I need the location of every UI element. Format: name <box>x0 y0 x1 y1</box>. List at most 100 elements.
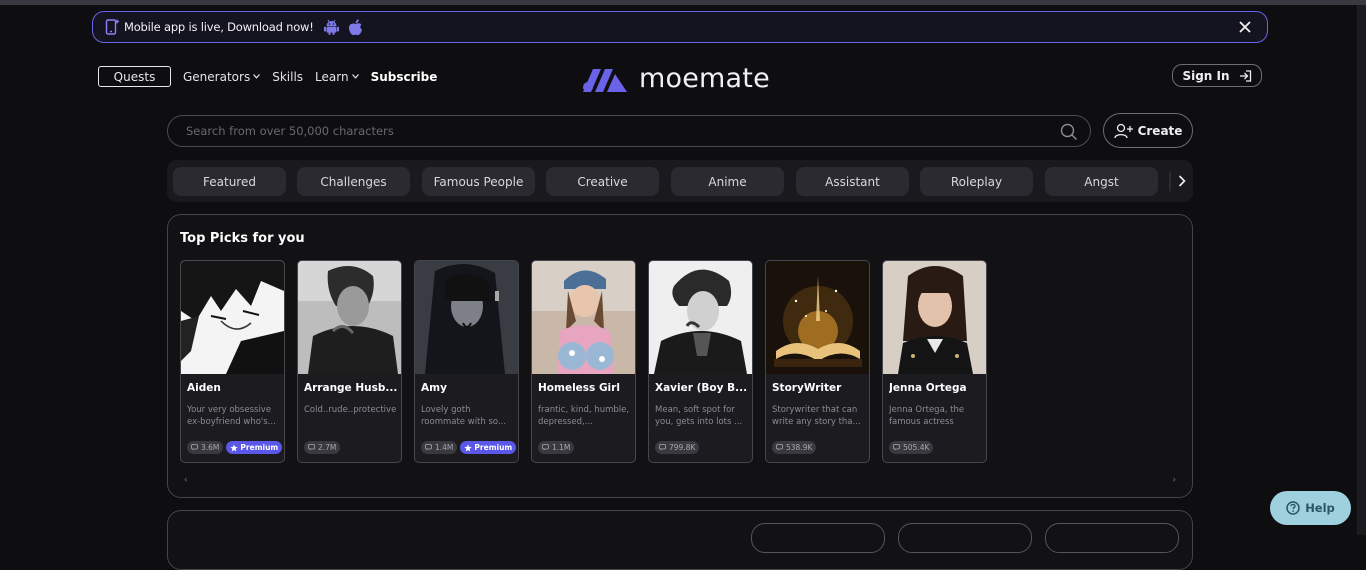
carousel-prev-icon[interactable]: ‹ <box>184 475 187 484</box>
tab-roleplay[interactable]: Roleplay <box>920 167 1033 196</box>
chat-bubble-icon <box>893 444 900 451</box>
character-card-arrange-husband[interactable]: Arrange Husb... Cold..rude..protective 2… <box>297 260 402 463</box>
character-card-xavier[interactable]: Xavier (Boy B... Mean, soft spot for you… <box>648 260 753 463</box>
premium-badge: Premium <box>226 441 283 454</box>
card-name: Amy <box>421 382 447 394</box>
help-label: Help <box>1305 501 1335 515</box>
tab-famous-people[interactable]: Famous People <box>422 167 535 196</box>
star-icon <box>464 443 473 451</box>
skills-link[interactable]: Skills <box>272 70 303 84</box>
create-label: Create <box>1137 123 1183 138</box>
question-icon <box>1286 501 1300 515</box>
tab-anime[interactable]: Anime <box>671 167 784 196</box>
section-refresh-button[interactable] <box>898 523 1032 553</box>
moemate-logo-icon <box>583 68 627 92</box>
mobile-phone-icon <box>105 19 119 35</box>
create-button[interactable]: Create <box>1103 113 1193 148</box>
app-announcement-banner: Mobile app is live, Download now! <box>92 11 1268 43</box>
premium-label: Premium <box>474 443 513 452</box>
character-avatar <box>298 261 401 374</box>
chat-bubble-icon <box>425 444 432 451</box>
character-avatar <box>766 261 869 374</box>
search-icon[interactable] <box>1060 123 1078 141</box>
character-card-jenna-ortega[interactable]: Jenna Ortega Jenna Ortega, the famous ac… <box>882 260 987 463</box>
chat-bubble-icon <box>776 444 783 451</box>
chat-count-badge: 505.4K <box>889 441 934 454</box>
chat-count: 1.1M <box>552 443 571 452</box>
character-card-amy[interactable]: Amy Lovely goth roommate with so... 1.4M… <box>414 260 519 463</box>
logo-wordmark: moemate <box>639 63 770 94</box>
add-user-icon <box>1113 123 1133 138</box>
character-avatar <box>181 261 284 374</box>
category-tabs: Featured Challenges Famous People Creati… <box>167 160 1193 202</box>
star-icon <box>230 443 239 451</box>
tab-challenges[interactable]: Challenges <box>297 167 410 196</box>
chevron-right-icon <box>1178 175 1186 187</box>
learn-label: Learn <box>315 69 349 84</box>
card-name: Homeless Girl <box>538 382 620 394</box>
chat-bubble-icon <box>659 444 666 451</box>
chat-count-badge: 2.7M <box>304 441 341 454</box>
card-name: StoryWriter <box>772 382 842 394</box>
card-description: frantic, kind, humble, depressed,... <box>538 405 630 427</box>
login-arrow-icon <box>1239 69 1251 82</box>
character-avatar <box>649 261 752 374</box>
next-section <box>167 510 1193 570</box>
card-description: Storywriter that can write any story tha… <box>772 405 861 427</box>
browser-top-edge <box>0 0 1366 5</box>
search-input[interactable] <box>186 124 1046 138</box>
subscribe-link[interactable]: Subscribe <box>371 70 438 84</box>
card-description: Cold..rude..protective <box>304 405 396 415</box>
close-icon[interactable] <box>1237 19 1253 35</box>
character-card-homeless-girl[interactable]: Homeless Girl frantic, kind, humble, dep… <box>531 260 636 463</box>
card-name: Aiden <box>187 382 221 394</box>
premium-badge: Premium <box>460 441 517 454</box>
apple-icon[interactable] <box>348 18 363 36</box>
chat-count: 3.6M <box>201 443 220 452</box>
section-title: Top Picks for you <box>180 231 305 246</box>
sign-in-label: Sign In <box>1182 68 1230 83</box>
character-card-storywriter[interactable]: StoryWriter Storywriter that can write a… <box>765 260 870 463</box>
chat-count-badge: 1.1M <box>538 441 575 454</box>
chat-count: 2.7M <box>318 443 337 452</box>
chat-count: 1.4M <box>435 443 454 452</box>
card-name: Arrange Husb... <box>304 382 398 394</box>
chat-bubble-icon <box>308 444 315 451</box>
card-description: Mean, soft spot for you, gets into lots … <box>655 405 743 427</box>
chat-count: 538.9K <box>786 443 813 452</box>
section-filter-button[interactable] <box>751 523 885 553</box>
chat-count: 799.8K <box>669 443 696 452</box>
section-sort-button[interactable] <box>1045 523 1179 553</box>
character-avatar <box>883 261 986 374</box>
chat-bubble-icon <box>191 444 198 451</box>
top-picks-section: Top Picks for you Aiden Your very obsess… <box>167 214 1193 498</box>
tab-featured[interactable]: Featured <box>173 167 286 196</box>
sign-in-button[interactable]: Sign In <box>1172 64 1262 87</box>
card-name: Jenna Ortega <box>889 382 967 394</box>
character-card-aiden[interactable]: Aiden Your very obsessive ex-boyfriend w… <box>180 260 285 463</box>
card-description: Lovely goth roommate with so... <box>421 405 507 427</box>
generators-menu[interactable]: Generators <box>183 70 261 84</box>
premium-label: Premium <box>240 443 279 452</box>
tab-assistant[interactable]: Assistant <box>796 167 909 196</box>
chevron-down-icon <box>253 74 261 79</box>
chevron-down-icon <box>351 74 359 79</box>
moemate-logo[interactable]: moemate <box>583 63 770 94</box>
learn-menu[interactable]: Learn <box>315 70 359 84</box>
search-bar <box>167 115 1091 147</box>
carousel-next-icon[interactable]: › <box>1173 475 1176 484</box>
quests-button[interactable]: Quests <box>98 66 171 87</box>
android-icon[interactable] <box>323 19 339 35</box>
card-description: Jenna Ortega, the famous actress <box>889 405 965 427</box>
help-button[interactable]: Help <box>1270 491 1351 525</box>
main-nav: Quests Generators Skills Learn Subscribe <box>98 66 437 87</box>
chat-bubble-icon <box>542 444 549 451</box>
card-description: Your very obsessive ex-boyfriend who's..… <box>187 405 276 427</box>
scroll-right-button[interactable] <box>1171 160 1193 202</box>
chat-count-badge: 1.4M <box>421 441 458 454</box>
banner-text: Mobile app is live, Download now! <box>124 20 314 34</box>
tab-creative[interactable]: Creative <box>546 167 659 196</box>
card-name: Xavier (Boy B... <box>655 382 748 394</box>
tab-angst[interactable]: Angst <box>1045 167 1158 196</box>
page-scrollbar[interactable] <box>1357 5 1366 535</box>
